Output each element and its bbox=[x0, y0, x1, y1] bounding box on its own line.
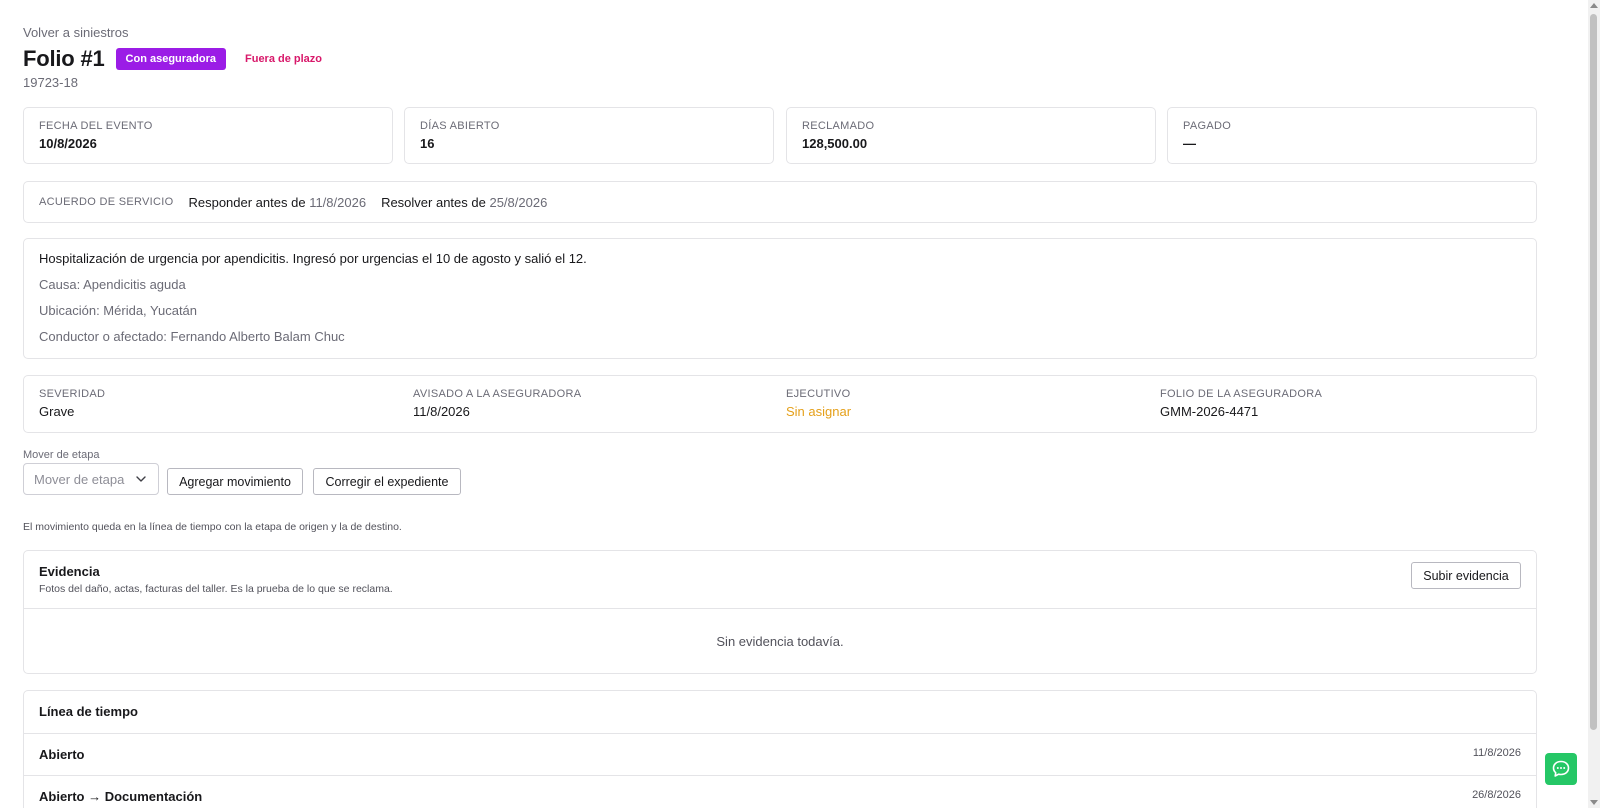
correct-file-button[interactable]: Corregir el expediente bbox=[313, 468, 461, 495]
evidence-title: Evidencia bbox=[39, 564, 100, 579]
insurer-folio-value: GMM-2026-4471 bbox=[1160, 404, 1259, 419]
page-title: Folio #1 bbox=[23, 46, 105, 71]
timeline-stage: Abierto bbox=[39, 747, 85, 762]
description-affected: Conductor o afectado: Fernando Alberto B… bbox=[39, 329, 345, 344]
stat-value: 10/8/2026 bbox=[39, 136, 97, 151]
move-stage-label: Mover de etapa bbox=[23, 449, 100, 461]
chat-button[interactable] bbox=[1545, 753, 1577, 785]
evidence-empty-state: Sin evidencia todavía. bbox=[716, 634, 844, 649]
timeline-entry: Abierto 11/8/2026 bbox=[24, 733, 1536, 776]
stat-value: 128,500.00 bbox=[802, 136, 868, 151]
sla-respond-prefix: Responder antes de bbox=[188, 194, 306, 210]
move-stage-placeholder: Mover de etapa bbox=[34, 471, 125, 487]
stat-label: PAGADO bbox=[1183, 120, 1232, 132]
timeline-title: Línea de tiempo bbox=[39, 704, 138, 719]
description-location: Ubicación: Mérida, Yucatán bbox=[39, 303, 198, 318]
chevron-down-icon bbox=[136, 476, 146, 482]
insurer-folio-label: FOLIO DE LA ASEGURADORA bbox=[1160, 388, 1323, 400]
timeline-card: Línea de tiempo Abierto 11/8/2026 Abiert… bbox=[23, 690, 1537, 808]
deadline-badge: Fuera de plazo bbox=[245, 53, 323, 65]
scroll-up-arrow-icon[interactable] bbox=[1590, 3, 1598, 8]
description-text: Hospitalización de urgencia por apendici… bbox=[39, 251, 587, 266]
move-stage-select[interactable]: Mover de etapa bbox=[23, 463, 159, 495]
timeline-stage: Abierto → Documentación bbox=[39, 789, 203, 804]
chat-bubble-icon bbox=[1552, 760, 1570, 777]
stat-value: — bbox=[1183, 136, 1196, 151]
sla-respond: Responder antes de 11/8/2026 bbox=[188, 195, 366, 210]
upload-evidence-button[interactable]: Subir evidencia bbox=[1411, 562, 1521, 589]
move-stage-hint: El movimiento queda en la línea de tiemp… bbox=[23, 521, 402, 533]
stat-label: DÍAS ABIERTO bbox=[420, 120, 500, 132]
back-to-claims-link[interactable]: Volver a siniestros bbox=[23, 25, 129, 40]
executive-label: EJECUTIVO bbox=[786, 388, 851, 400]
timeline-date: 26/8/2026 bbox=[1472, 789, 1521, 801]
evidence-header: Evidencia Fotos del daño, actas, factura… bbox=[24, 551, 1536, 609]
sla-label: ACUERDO DE SERVICIO bbox=[39, 196, 174, 208]
claim-number: 19723-18 bbox=[23, 75, 78, 90]
evidence-subtitle: Fotos del daño, actas, facturas del tall… bbox=[39, 583, 393, 595]
claim-description-card: Hospitalización de urgencia por apendici… bbox=[23, 238, 1537, 359]
evidence-card: Evidencia Fotos del daño, actas, factura… bbox=[23, 550, 1537, 674]
title-row: Folio #1 Con aseguradora Fuera de plazo bbox=[23, 46, 322, 72]
stat-card-event-date: FECHA DEL EVENTO 10/8/2026 bbox=[23, 107, 393, 164]
stat-label: RECLAMADO bbox=[802, 120, 875, 132]
stat-card-days-open: DÍAS ABIERTO 16 bbox=[404, 107, 774, 164]
claim-info-card: SEVERIDAD Grave AVISADO A LA ASEGURADORA… bbox=[23, 375, 1537, 433]
stat-card-paid: PAGADO — bbox=[1167, 107, 1537, 164]
add-movement-button[interactable]: Agregar movimiento bbox=[167, 468, 303, 495]
sla-resolve-date: 25/8/2026 bbox=[489, 194, 548, 210]
sla-respond-date: 11/8/2026 bbox=[309, 194, 367, 210]
stat-value: 16 bbox=[420, 136, 435, 151]
service-agreement-bar: ACUERDO DE SERVICIO Responder antes de 1… bbox=[23, 181, 1537, 223]
scrollbar-thumb[interactable] bbox=[1590, 14, 1597, 730]
sla-resolve-prefix: Resolver antes de bbox=[381, 194, 486, 210]
severity-value: Grave bbox=[39, 404, 75, 419]
notified-insurer-label: AVISADO A LA ASEGURADORA bbox=[413, 388, 582, 400]
executive-value: Sin asignar bbox=[786, 404, 852, 419]
stat-card-claimed: RECLAMADO 128,500.00 bbox=[786, 107, 1156, 164]
status-badge: Con aseguradora bbox=[115, 48, 226, 70]
timeline-date: 11/8/2026 bbox=[1472, 747, 1521, 759]
notified-insurer-value: 11/8/2026 bbox=[413, 404, 470, 419]
severity-label: SEVERIDAD bbox=[39, 388, 106, 400]
sla-resolve: Resolver antes de 25/8/2026 bbox=[381, 195, 547, 210]
vertical-scrollbar[interactable] bbox=[1588, 0, 1600, 808]
scroll-down-arrow-icon[interactable] bbox=[1590, 800, 1598, 805]
description-cause: Causa: Apendicitis aguda bbox=[39, 277, 186, 292]
timeline-entry: Abierto → Documentación 26/8/2026 bbox=[24, 775, 1536, 808]
stat-label: FECHA DEL EVENTO bbox=[39, 120, 153, 132]
